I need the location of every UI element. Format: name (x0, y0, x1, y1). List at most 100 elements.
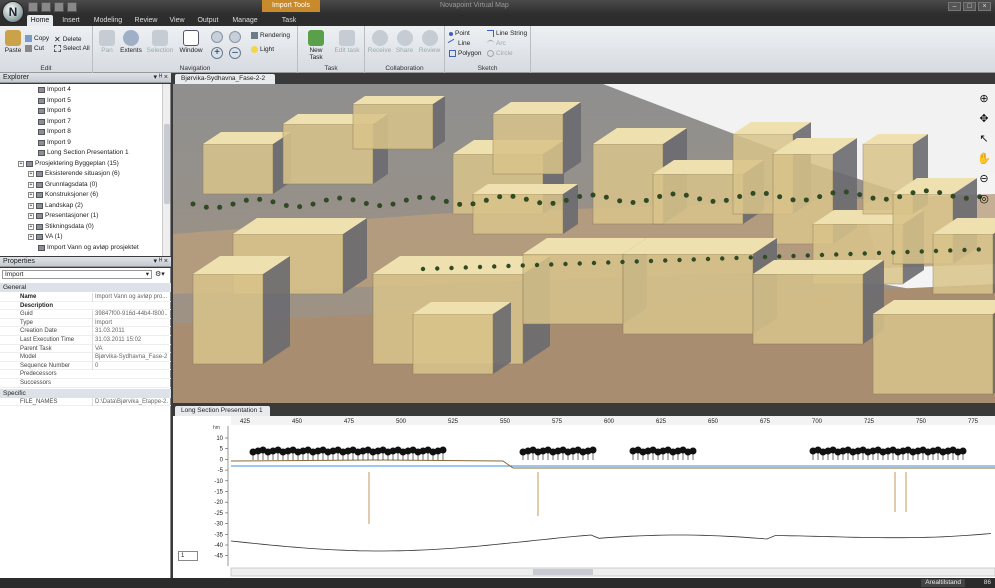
tree-item[interactable]: Import 4 (38, 85, 71, 95)
pan-hand-icon[interactable]: ✋ (977, 152, 991, 166)
property-row[interactable]: Sequence Number 0 (0, 361, 171, 371)
tree-item[interactable]: Import 5 (38, 96, 71, 106)
delete-button[interactable]: ✕ Delete (54, 35, 82, 44)
cut-button[interactable]: Cut (25, 45, 44, 52)
receive-button[interactable]: Receive (367, 30, 392, 54)
tab-long-section[interactable]: Long Section Presentation 1 (175, 406, 270, 416)
tree-item[interactable]: + Grunnlagsdata (0) (28, 180, 97, 190)
3d-viewport[interactable]: ⊕ ✥ ↖ ✋ ⊖ ◎ (173, 84, 995, 403)
minimize-icon[interactable]: – (948, 2, 961, 11)
property-row[interactable]: Last Execution Time 31.03.2011 15:02 (0, 336, 171, 345)
expand-toggle-icon[interactable]: + (28, 223, 34, 230)
property-row[interactable]: Parent Task VA (0, 344, 171, 354)
property-row[interactable]: Successors (0, 379, 171, 388)
paste-button[interactable]: Paste (4, 30, 22, 54)
category-specific[interactable]: Specific (0, 388, 171, 398)
orbit-icon[interactable]: ✥ (977, 112, 991, 126)
rendering-button[interactable]: Rendering (251, 32, 290, 39)
tab-viewport-model[interactable]: Bjørvika-Sydhavna_Fase-2-2 (175, 74, 275, 84)
property-row[interactable]: Name Import Vann og avløp pro... (0, 293, 171, 302)
rotate-right-icon[interactable] (229, 31, 241, 43)
rotate-left-icon[interactable] (211, 31, 223, 43)
edit-task-button[interactable]: Edit task (333, 30, 361, 54)
tab-view[interactable]: View (166, 15, 188, 26)
panel-pin-close-icons[interactable]: ▾ ᴴ × (154, 73, 169, 83)
tree-item[interactable]: Import 8 (38, 127, 71, 137)
status-area-state[interactable]: Arealtilstand (921, 579, 965, 587)
property-row[interactable]: Model Bjørvika-Sydhavna_Fase-2 (0, 353, 171, 362)
category-general[interactable]: General (0, 283, 171, 292)
tree-item[interactable]: + Presentasjoner (1) (28, 211, 98, 221)
tab-output[interactable]: Output (194, 15, 222, 26)
property-row[interactable]: Creation Date 31.03.2011 (0, 327, 171, 336)
tree-item[interactable]: + Konstruksjoner (6) (28, 190, 98, 200)
tab-task[interactable]: Task (276, 15, 302, 26)
scrollbar-thumb[interactable] (164, 124, 170, 204)
expand-toggle-icon[interactable]: + (28, 234, 34, 240)
zoom-out-icon[interactable]: – (229, 47, 241, 59)
tree-item[interactable]: + VA (1) (28, 232, 63, 242)
selection-button[interactable]: Selection (146, 30, 174, 54)
property-row[interactable]: FILE_NAMES D:\Data\Bjørvika_Etappe-2... (0, 397, 171, 407)
maximize-icon[interactable]: □ (963, 2, 976, 11)
new-task-button[interactable]: New Task (302, 30, 330, 61)
zoom-in-icon[interactable]: ⊕ (977, 92, 991, 106)
tree-item[interactable]: + Eksisterende situasjon (6) (28, 169, 120, 179)
expand-toggle-icon[interactable]: + (28, 171, 34, 177)
tab-manage[interactable]: Manage (230, 15, 260, 26)
scrollbar-thumb[interactable] (533, 569, 593, 575)
tree-item[interactable]: Import 7 (38, 117, 71, 127)
explorer-scrollbar[interactable] (162, 84, 170, 256)
new-icon[interactable] (28, 2, 38, 12)
tab-modeling[interactable]: Modeling (90, 15, 126, 26)
extents-button[interactable]: Extents (120, 30, 142, 54)
expand-toggle-icon[interactable]: + (18, 160, 24, 167)
sketch-point-button[interactable]: Point (449, 30, 470, 37)
sketch-line-string-button[interactable]: Line String (487, 30, 527, 37)
select-arrow-icon[interactable]: ↖ (977, 132, 991, 146)
pan-button[interactable]: Pan (97, 30, 117, 54)
share-button[interactable]: Share (393, 30, 416, 54)
open-icon[interactable] (41, 2, 51, 12)
tree-item[interactable]: + Stikningsdata (0) (28, 222, 94, 232)
panel-pin-close-icons[interactable]: ▾ ᴴ × (154, 257, 169, 267)
light-button[interactable]: Light (251, 46, 274, 53)
sketch-circle-button[interactable]: Circle (487, 50, 513, 57)
tree-item[interactable]: + Landskap (2) (28, 201, 83, 211)
zoom-in-icon[interactable]: + (211, 47, 223, 59)
save-icon[interactable] (54, 2, 64, 12)
property-row[interactable]: Predecessors (0, 370, 171, 379)
expand-toggle-icon[interactable]: + (28, 181, 34, 188)
property-row[interactable]: Guid 39847f00-916d-44b4-f800... (0, 310, 171, 319)
undo-icon[interactable] (67, 2, 77, 12)
application-menu-button[interactable]: N (2, 1, 24, 23)
horizontal-scrollbar[interactable] (230, 567, 995, 577)
copy-button[interactable]: Copy (25, 35, 49, 42)
tree-item[interactable]: Import Vann og avløp prosjektet (38, 243, 139, 253)
select-all-button[interactable]: Select All (54, 45, 90, 52)
tree-item[interactable]: Import 6 (38, 106, 71, 116)
close-icon[interactable]: × (978, 2, 991, 11)
properties-options-icon[interactable]: ⚙▾ (155, 270, 169, 279)
tree-item[interactable]: Import 9 (38, 138, 71, 148)
object-type-select[interactable]: Import (2, 270, 152, 279)
zoom-out-icon[interactable]: ⊖ (977, 172, 991, 186)
sketch-line-button[interactable]: Line (447, 38, 470, 49)
property-row[interactable]: Type Import (0, 318, 171, 328)
expand-toggle-icon[interactable]: + (28, 192, 34, 198)
tree-item[interactable]: + Prosjektering Byggeplan (15) (18, 159, 119, 169)
property-row[interactable]: Description (0, 302, 171, 311)
window-button[interactable]: Window (178, 30, 204, 54)
sketch-polygon-button[interactable]: Polygon (449, 50, 482, 57)
expand-toggle-icon[interactable]: + (28, 202, 34, 209)
context-tab-import-tools[interactable]: Import Tools (262, 0, 320, 12)
tab-insert[interactable]: Insert (58, 15, 84, 26)
tree-item[interactable]: Long Section Presentation 1 (38, 148, 129, 158)
look-icon[interactable]: ◎ (977, 192, 991, 206)
page-spinner[interactable]: 1 (178, 551, 198, 561)
review-button[interactable]: Review (417, 30, 442, 54)
tab-review[interactable]: Review (132, 15, 160, 26)
tab-home[interactable]: Home (27, 15, 53, 26)
sketch-arc-button[interactable]: Arc (487, 40, 506, 47)
long-section-view[interactable]: 425 450 475 500 525 550 575 600 625 650 675 700 725 7… (173, 416, 995, 578)
